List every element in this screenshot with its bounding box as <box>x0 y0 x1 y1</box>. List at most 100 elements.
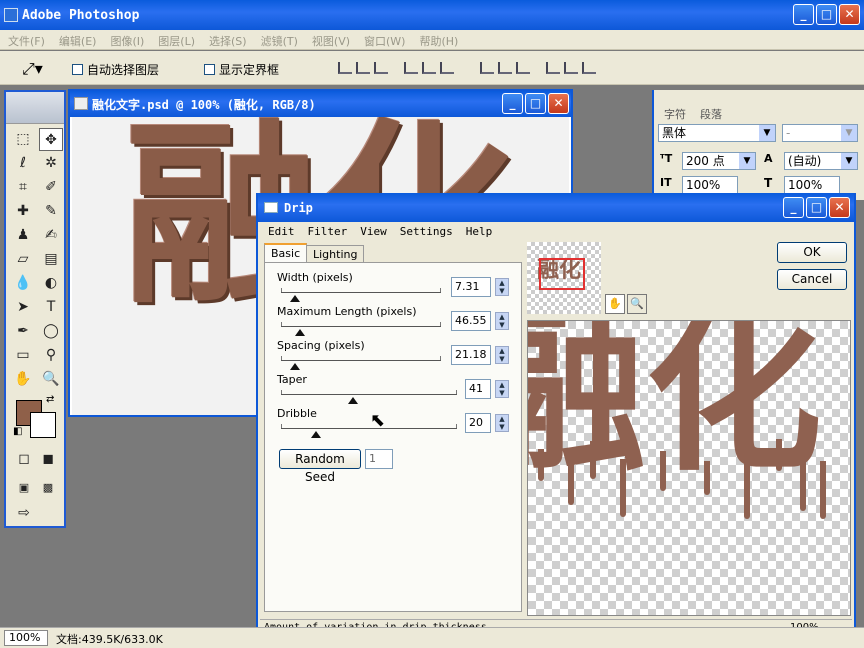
tab-character[interactable]: 字符 <box>664 106 686 122</box>
menu-help[interactable]: 帮助(H) <box>411 30 464 49</box>
history-brush-tool-icon[interactable]: ✍ <box>39 224 63 247</box>
drip-minimize-button[interactable]: _ <box>783 197 804 218</box>
notes-tool-icon[interactable]: ▭ <box>11 344 35 367</box>
blur-tool-icon[interactable]: 💧 <box>11 272 35 295</box>
param-value-input[interactable]: 7.31 <box>451 277 491 297</box>
type-tool-icon[interactable]: T <box>39 296 63 319</box>
ellipse-tool-icon[interactable]: ◯ <box>39 320 63 343</box>
marquee-tool-icon[interactable]: ⬚ <box>11 128 35 151</box>
preview-canvas[interactable]: 融化 <box>527 320 851 616</box>
slider-thumb[interactable] <box>290 295 301 302</box>
param-value-input[interactable]: 41 <box>465 379 491 399</box>
path-selection-tool-icon[interactable]: ➤ <box>11 296 35 319</box>
slider-track[interactable] <box>281 360 441 361</box>
random-seed-button[interactable]: Random Seed <box>279 449 361 484</box>
drip-menu-view[interactable]: View <box>352 222 392 238</box>
distribute-left-icon[interactable] <box>546 62 560 74</box>
menu-filter[interactable]: 滤镜(T) <box>253 30 304 49</box>
show-bounding-box-checkbox[interactable]: 显示定界框 <box>204 61 279 78</box>
zoom-icon[interactable]: 🔍 <box>627 294 647 314</box>
lasso-tool-icon[interactable]: ℓ <box>11 152 35 175</box>
drip-menu-help[interactable]: Help <box>458 222 498 238</box>
tab-basic[interactable]: Basic <box>264 243 308 263</box>
minimize-button[interactable]: _ <box>793 4 814 25</box>
zoom-tool-icon[interactable]: 🔍 <box>39 368 63 391</box>
menu-edit[interactable]: 编辑(E) <box>51 30 103 49</box>
spin-arrows-icon[interactable]: ▲ ▼ <box>495 312 509 330</box>
distribute-hcenter-icon[interactable] <box>564 62 578 74</box>
standard-mode-icon[interactable]: ◻ <box>12 448 36 471</box>
drip-maximize-button[interactable]: □ <box>806 197 827 218</box>
eraser-tool-icon[interactable]: ▱ <box>11 248 35 271</box>
tab-paragraph[interactable]: 段落 <box>700 106 722 122</box>
param-value-input[interactable]: 21.18 <box>451 345 491 365</box>
cancel-button[interactable]: Cancel <box>777 269 847 290</box>
clone-stamp-tool-icon[interactable]: ♟ <box>11 224 35 247</box>
navigator-thumbnail[interactable]: 融化 <box>527 242 601 314</box>
slider-thumb[interactable] <box>311 431 322 438</box>
distribute-vcenter-icon[interactable] <box>498 62 512 74</box>
auto-select-layer-checkbox[interactable]: 自动选择图层 <box>72 61 159 78</box>
spin-arrows-icon[interactable]: ▲ ▼ <box>495 278 509 296</box>
slice-tool-icon[interactable]: ✐ <box>39 176 63 199</box>
doc-minimize-button[interactable]: _ <box>502 93 523 114</box>
doc-maximize-button[interactable]: □ <box>525 93 546 114</box>
distribute-right-icon[interactable] <box>582 62 596 74</box>
drip-menu-filter[interactable]: Filter <box>300 222 353 238</box>
healing-brush-tool-icon[interactable]: ✚ <box>11 200 35 223</box>
background-color-swatch[interactable] <box>30 412 56 438</box>
full-screen-mode-icon[interactable]: ▩ <box>36 476 60 499</box>
swap-colors-icon[interactable]: ⇄ <box>46 394 54 405</box>
gradient-tool-icon[interactable]: ▤ <box>39 248 63 271</box>
slider-thumb[interactable] <box>290 363 301 370</box>
default-colors-icon[interactable]: ◧ <box>13 426 22 437</box>
slider-thumb[interactable] <box>348 397 359 404</box>
view-rectangle[interactable] <box>539 258 585 290</box>
font-style-select[interactable]: - ▼ <box>782 124 858 142</box>
vertical-scale-input[interactable]: 100% <box>682 176 738 194</box>
slider-track[interactable] <box>281 326 441 327</box>
drip-menu-edit[interactable]: Edit <box>260 222 300 238</box>
random-seed-input[interactable]: 1 <box>365 449 393 469</box>
param-value-input[interactable]: 20 <box>465 413 491 433</box>
menu-file[interactable]: 文件(F) <box>0 30 51 49</box>
zoom-field[interactable]: 100% <box>4 630 48 646</box>
align-top-icon[interactable] <box>338 62 352 74</box>
font-family-select[interactable]: 黑体 ▼ <box>658 124 776 142</box>
leading-select[interactable]: (自动) ▼ <box>784 152 858 170</box>
screen-mode-icon[interactable]: ▣ <box>12 476 36 499</box>
spin-arrows-icon[interactable]: ▲ ▼ <box>495 380 509 398</box>
align-left-icon[interactable] <box>404 62 418 74</box>
hand-tool-icon[interactable]: ✋ <box>11 368 35 391</box>
drip-close-button[interactable]: ✕ <box>829 197 850 218</box>
pen-tool-icon[interactable]: ✒ <box>11 320 35 343</box>
close-button[interactable]: ✕ <box>839 4 860 25</box>
spin-arrows-icon[interactable]: ▲ ▼ <box>495 346 509 364</box>
menu-image[interactable]: 图像(I) <box>102 30 150 49</box>
param-value-input[interactable]: 46.55 <box>451 311 491 331</box>
move-tool-icon[interactable]: ✥ <box>39 128 63 151</box>
move-tool-preset-icon[interactable]: ⤢▾ <box>22 59 43 79</box>
slider-track[interactable] <box>281 292 441 293</box>
maximize-button[interactable]: □ <box>816 4 837 25</box>
spin-arrows-icon[interactable]: ▲ ▼ <box>495 414 509 432</box>
crop-tool-icon[interactable]: ⌗ <box>11 176 35 199</box>
toolbox-header-feather-icon[interactable] <box>6 92 64 124</box>
align-right-icon[interactable] <box>440 62 454 74</box>
font-size-select[interactable]: 200 点 ▼ <box>682 152 756 170</box>
jump-to-imageready-icon[interactable]: ⇨ <box>12 502 36 525</box>
distribute-top-icon[interactable] <box>480 62 494 74</box>
distribute-bottom-icon[interactable] <box>516 62 530 74</box>
dodge-tool-icon[interactable]: ◐ <box>39 272 63 295</box>
align-bottom-icon[interactable] <box>374 62 388 74</box>
magic-wand-tool-icon[interactable]: ✲ <box>39 152 63 175</box>
drip-menu-settings[interactable]: Settings <box>392 222 458 238</box>
brush-tool-icon[interactable]: ✎ <box>39 200 63 223</box>
slider-track[interactable] <box>281 428 457 429</box>
ok-button[interactable]: OK <box>777 242 847 263</box>
menu-layer[interactable]: 图层(L) <box>150 30 201 49</box>
quick-mask-mode-icon[interactable]: ◼ <box>36 448 60 471</box>
align-hcenter-icon[interactable] <box>422 62 436 74</box>
menu-select[interactable]: 选择(S) <box>201 30 253 49</box>
align-vcenter-icon[interactable] <box>356 62 370 74</box>
